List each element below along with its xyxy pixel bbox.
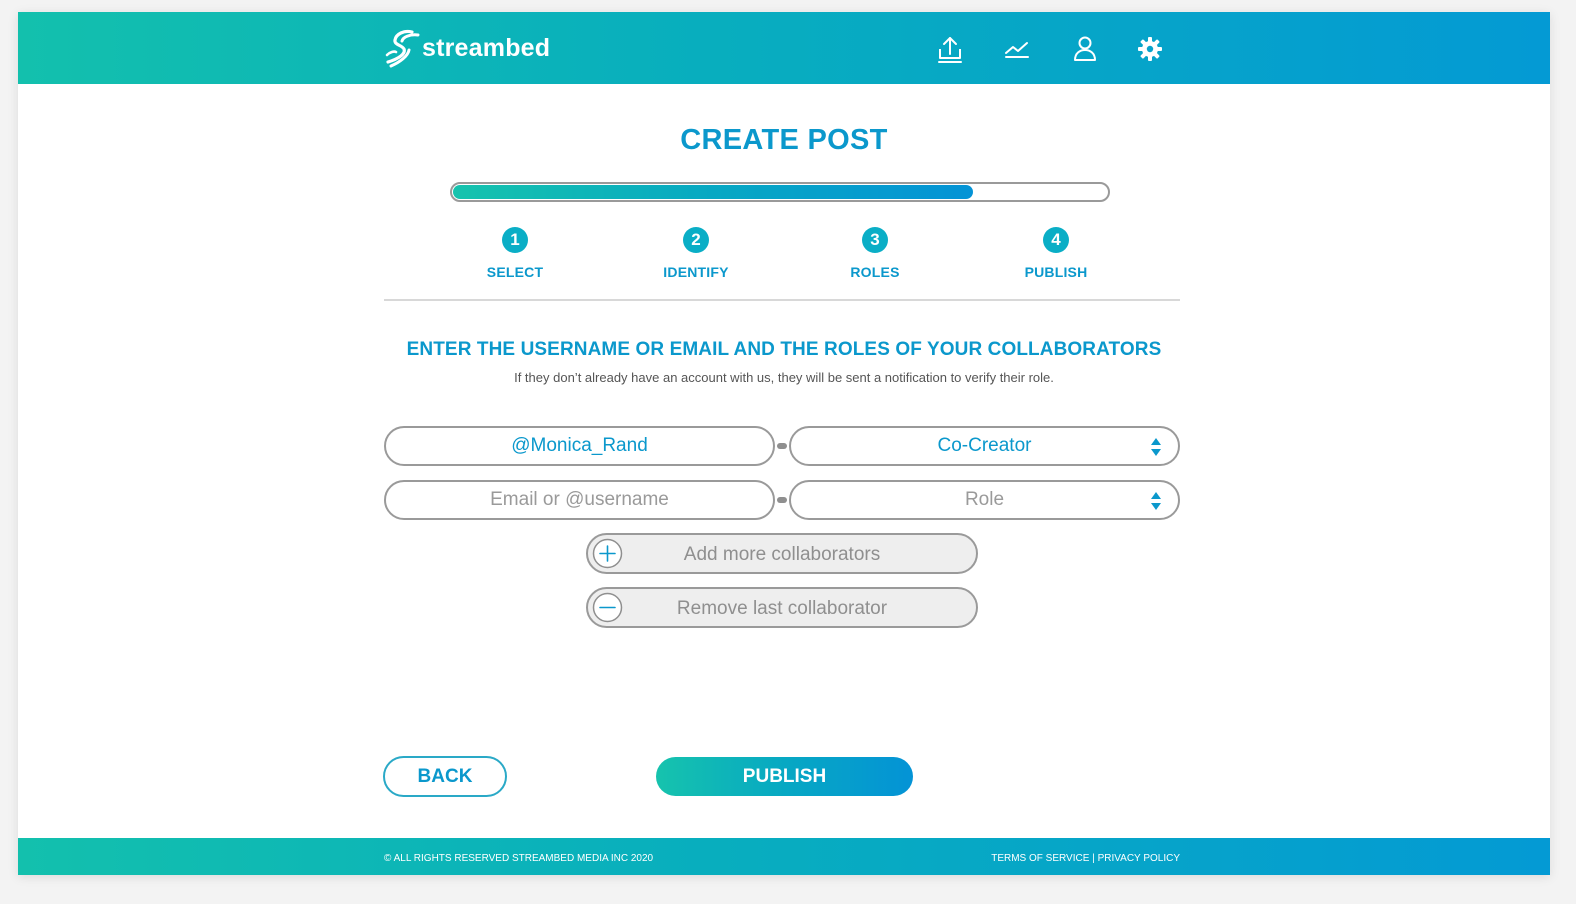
step-roles: 3 ROLES	[805, 227, 945, 280]
remove-collaborator-button[interactable]: Remove last collaborator	[586, 587, 978, 628]
step-label: ROLES	[850, 264, 900, 280]
legal-separator: |	[1092, 853, 1095, 864]
add-collaborator-button[interactable]: Add more collaborators	[586, 533, 978, 574]
progress-bar	[450, 182, 1110, 202]
collaborator-username-input[interactable]	[386, 434, 773, 458]
page-title: CREATE POST	[680, 124, 888, 156]
copyright-text: © ALL RIGHTS RESERVED STREAMBED MEDIA IN…	[384, 853, 654, 864]
select-arrows-icon	[1151, 492, 1161, 510]
top-nav-bar: streambed	[18, 12, 1550, 84]
brand-name: streambed	[422, 33, 551, 62]
privacy-policy-link[interactable]: PRIVACY POLICY	[1098, 853, 1180, 864]
step-label: IDENTIFY	[663, 264, 729, 280]
profile-icon[interactable]	[1070, 34, 1100, 64]
publish-button[interactable]: PUBLISH	[656, 757, 913, 796]
step-label: PUBLISH	[1024, 264, 1088, 280]
step-number: 1	[502, 227, 528, 253]
analytics-icon[interactable]	[1002, 34, 1032, 64]
settings-icon[interactable]	[1135, 34, 1165, 64]
select-arrows-icon	[1151, 438, 1161, 456]
section-divider	[384, 299, 1180, 301]
collaborator-username-field[interactable]	[384, 480, 775, 520]
terms-of-service-link[interactable]: TERMS OF SERVICE	[991, 853, 1089, 864]
step-select: 1 SELECT	[445, 227, 585, 280]
form-subheading: If they don’t already have an account wi…	[514, 370, 1054, 385]
remove-collaborator-label: Remove last collaborator	[676, 598, 888, 619]
collaborator-username-field[interactable]	[384, 426, 775, 466]
row-connector	[777, 443, 787, 449]
back-button[interactable]: BACK	[383, 756, 507, 797]
streambed-logo-icon	[385, 29, 420, 68]
app-window: streambed CREATE POST 1 SELECT 2 IDENTIF…	[18, 12, 1550, 875]
footer: © ALL RIGHTS RESERVED STREAMBED MEDIA IN…	[18, 838, 1550, 875]
upload-icon[interactable]	[935, 34, 965, 64]
step-publish: 4 PUBLISH	[986, 227, 1126, 280]
role-value: Co-Creator	[937, 435, 1032, 456]
role-placeholder: Role	[964, 489, 1005, 510]
step-number: 4	[1043, 227, 1069, 253]
collaborator-role-select[interactable]: Role	[789, 480, 1180, 520]
step-number: 3	[862, 227, 888, 253]
step-identify: 2 IDENTIFY	[626, 227, 766, 280]
step-label: SELECT	[486, 264, 544, 280]
legal-links: TERMS OF SERVICE | PRIVACY POLICY	[991, 853, 1180, 864]
step-number: 2	[683, 227, 709, 253]
collaborator-role-select[interactable]: Co-Creator	[789, 426, 1180, 466]
row-connector	[777, 497, 787, 503]
progress-fill	[453, 185, 973, 199]
collaborator-username-input[interactable]	[386, 488, 773, 512]
add-collaborator-label: Add more collaborators	[683, 544, 881, 565]
form-heading: ENTER THE USERNAME OR EMAIL AND THE ROLE…	[406, 339, 1162, 360]
brand-logo[interactable]: streambed	[382, 28, 550, 68]
